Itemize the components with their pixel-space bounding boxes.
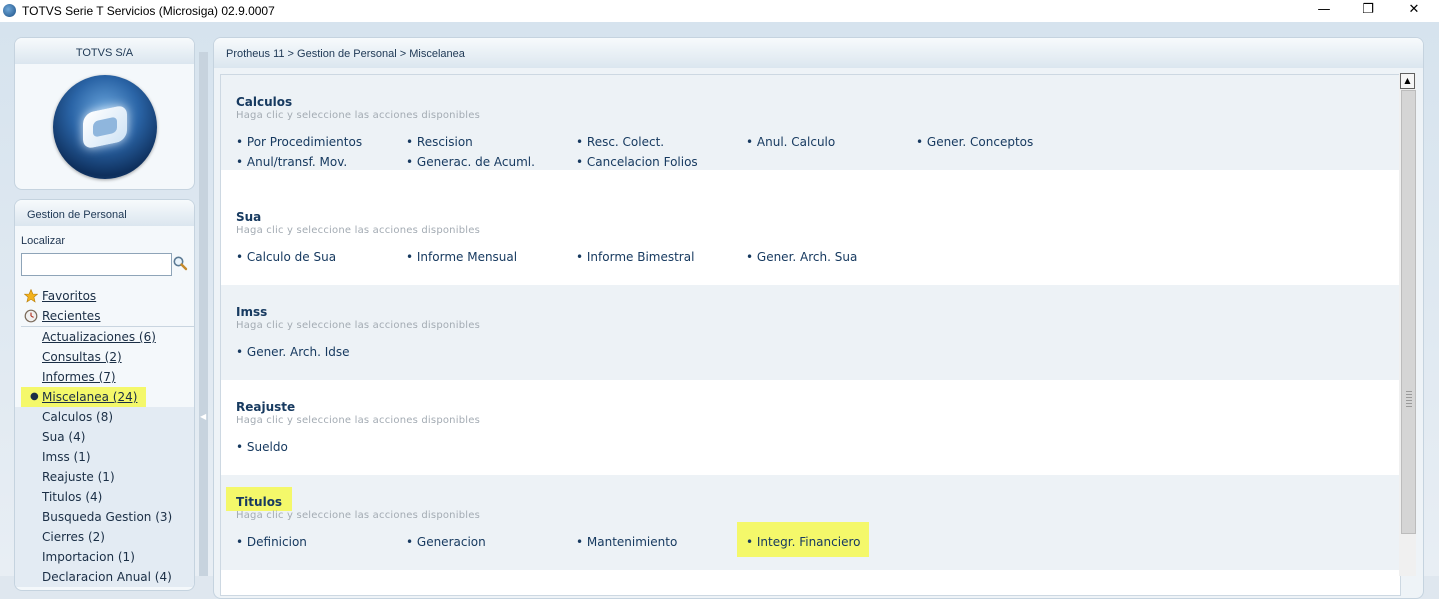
action-sueldo[interactable]: • Sueldo bbox=[236, 440, 288, 454]
tree-item-sua[interactable]: Sua (4) bbox=[15, 427, 194, 447]
tree-item-label: Favoritos bbox=[42, 289, 97, 303]
scroll-up-icon[interactable]: ▲ bbox=[1400, 73, 1415, 89]
action-rescision[interactable]: • Rescision bbox=[406, 135, 473, 149]
company-title: TOTVS S/A bbox=[15, 38, 194, 64]
tree-item-informes[interactable]: Informes (7) bbox=[15, 367, 194, 387]
totvs-logo bbox=[53, 75, 157, 179]
section-subtitle: Haga clic y seleccione las acciones disp… bbox=[236, 415, 480, 426]
action-cancelacion-folios[interactable]: • Cancelacion Folios bbox=[576, 155, 698, 169]
scroll-thumb[interactable] bbox=[1401, 90, 1416, 534]
company-panel: TOTVS S/A bbox=[14, 37, 195, 190]
tree-item-recientes[interactable]: Recientes bbox=[15, 306, 194, 326]
tree-item-label: Importacion (1) bbox=[42, 550, 135, 564]
tree-item-label: Titulos (4) bbox=[42, 490, 103, 504]
section-subtitle: Haga clic y seleccione las acciones disp… bbox=[236, 510, 480, 521]
action-gener-arch-sua[interactable]: • Gener. Arch. Sua bbox=[746, 250, 857, 264]
minimize-button[interactable]: — bbox=[1301, 0, 1347, 22]
action-anul-transf-mov[interactable]: • Anul/transf. Mov. bbox=[236, 155, 347, 169]
section-subtitle: Haga clic y seleccione las acciones disp… bbox=[236, 225, 480, 236]
section-calculos: Calculos Haga clic y seleccione las acci… bbox=[221, 75, 1400, 170]
tree-item-label: Consultas (2) bbox=[42, 350, 122, 364]
action-informe-bimestral[interactable]: • Informe Bimestral bbox=[576, 250, 694, 264]
collapse-arrow-icon[interactable]: ◀ bbox=[200, 412, 206, 421]
tree-item-titulos[interactable]: Titulos (4) bbox=[15, 487, 194, 507]
main-panel: Protheus 11 > Gestion de Personal > Misc… bbox=[213, 37, 1424, 599]
tree-item-label: Imss (1) bbox=[42, 450, 91, 464]
section-imss: Imss Haga clic y seleccione las acciones… bbox=[221, 285, 1400, 380]
section-sua: Sua Haga clic y seleccione las acciones … bbox=[221, 190, 1400, 285]
tree-item-label: Calculos (8) bbox=[42, 410, 114, 424]
section-title: Reajuste bbox=[236, 400, 296, 414]
content-scrollbar[interactable]: ▲ bbox=[1399, 73, 1416, 576]
search-icon[interactable] bbox=[172, 255, 188, 271]
scroll-grip-icon bbox=[1406, 391, 1412, 407]
maximize-button[interactable]: ❐ bbox=[1345, 0, 1391, 22]
menu-tree: Favoritos Recientes Actualizaciones (6) … bbox=[15, 286, 194, 587]
action-generacion[interactable]: • Generacion bbox=[406, 535, 486, 549]
section-subtitle: Haga clic y seleccione las acciones disp… bbox=[236, 320, 480, 331]
tree-item-consultas[interactable]: Consultas (2) bbox=[15, 347, 194, 367]
action-generac-de-acuml[interactable]: • Generac. de Acuml. bbox=[406, 155, 535, 169]
search-label: Localizar bbox=[21, 235, 66, 247]
action-por-procedimientos[interactable]: • Por Procedimientos bbox=[236, 135, 362, 149]
action-mantenimiento[interactable]: • Mantenimiento bbox=[576, 535, 677, 549]
window-title: TOTVS Serie T Servicios (Microsiga) 02.9… bbox=[22, 4, 275, 18]
module-panel: Gestion de Personal Localizar Favoritos … bbox=[14, 199, 195, 591]
breadcrumb: Protheus 11 > Gestion de Personal > Misc… bbox=[214, 38, 1423, 68]
action-gener-arch-idse[interactable]: • Gener. Arch. Idse bbox=[236, 345, 350, 359]
tree-item-miscelanea[interactable]: ● Miscelanea (24) bbox=[21, 387, 146, 407]
action-anul-calculo[interactable]: • Anul. Calculo bbox=[746, 135, 835, 149]
action-informe-mensual[interactable]: • Informe Mensual bbox=[406, 250, 517, 264]
tree-item-label: Actualizaciones (6) bbox=[42, 330, 156, 344]
tree-item-actualizaciones[interactable]: Actualizaciones (6) bbox=[15, 327, 194, 347]
action-calculo-de-sua[interactable]: • Calculo de Sua bbox=[236, 250, 336, 264]
section-reajuste: Reajuste Haga clic y seleccione las acci… bbox=[221, 380, 1400, 475]
section-titulos: Titulos Haga clic y seleccione las accio… bbox=[221, 475, 1400, 570]
tree-item-label: Declaracion Anual (4) bbox=[42, 570, 172, 584]
section-title: Imss bbox=[236, 305, 268, 319]
tree-item-calculos[interactable]: Calculos (8) bbox=[15, 407, 194, 427]
search-input[interactable] bbox=[21, 253, 172, 276]
section-subtitle: Haga clic y seleccione las acciones disp… bbox=[236, 110, 480, 121]
tree-item-label: Informes (7) bbox=[42, 370, 116, 384]
panel-splitter[interactable]: ◀ bbox=[199, 52, 208, 576]
app-icon bbox=[3, 4, 16, 17]
section-title: Titulos bbox=[236, 495, 283, 509]
action-resc-colect[interactable]: • Resc. Colect. bbox=[576, 135, 664, 149]
tree-item-cierres[interactable]: Cierres (2) bbox=[15, 527, 194, 547]
clock-icon bbox=[24, 309, 38, 323]
window-titlebar: TOTVS Serie T Servicios (Microsiga) 02.9… bbox=[0, 0, 1439, 22]
action-integr-financiero[interactable]: • Integr. Financiero bbox=[746, 535, 860, 549]
module-title: Gestion de Personal bbox=[15, 200, 194, 226]
section-title: Calculos bbox=[236, 95, 293, 109]
tree-item-label: Miscelanea (24) bbox=[42, 390, 138, 404]
selected-bullet-icon: ● bbox=[30, 391, 39, 402]
tree-item-label: Busqueda Gestion (3) bbox=[42, 510, 173, 524]
tree-item-imss[interactable]: Imss (1) bbox=[15, 447, 194, 467]
close-button[interactable]: ✕ bbox=[1391, 0, 1437, 22]
action-gener-conceptos[interactable]: • Gener. Conceptos bbox=[916, 135, 1033, 149]
tree-item-label: Reajuste (1) bbox=[42, 470, 115, 484]
tree-item-favoritos[interactable]: Favoritos bbox=[15, 286, 194, 306]
actions-content: Calculos Haga clic y seleccione las acci… bbox=[220, 74, 1401, 596]
tree-item-label: Cierres (2) bbox=[42, 530, 105, 544]
tree-item-reajuste[interactable]: Reajuste (1) bbox=[15, 467, 194, 487]
tree-item-label: Recientes bbox=[42, 309, 101, 323]
tree-item-busqueda-gestion[interactable]: Busqueda Gestion (3) bbox=[15, 507, 194, 527]
tree-item-label: Sua (4) bbox=[42, 430, 86, 444]
tree-item-importacion[interactable]: Importacion (1) bbox=[15, 547, 194, 567]
action-definicion[interactable]: • Definicion bbox=[236, 535, 307, 549]
tree-item-declaracion-anual[interactable]: Declaracion Anual (4) bbox=[15, 567, 194, 587]
section-title: Sua bbox=[236, 210, 262, 224]
star-icon bbox=[24, 289, 38, 303]
